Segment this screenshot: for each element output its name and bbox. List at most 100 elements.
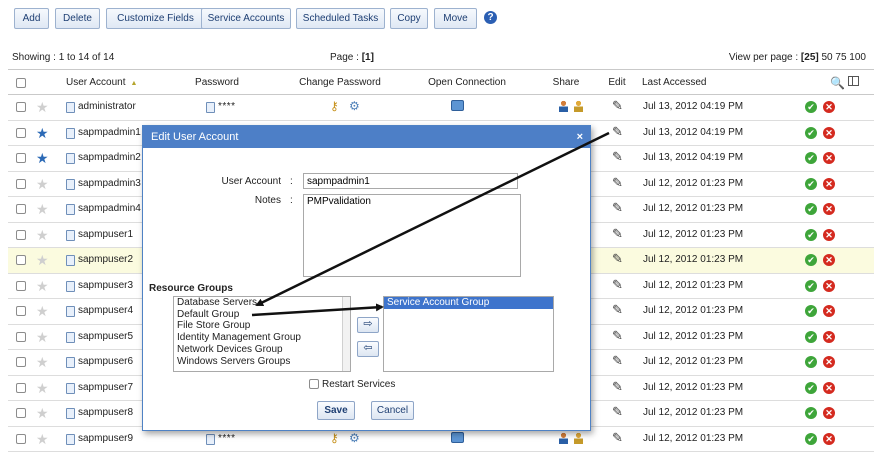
check-icon[interactable]: ✔	[805, 228, 817, 241]
row-checkbox[interactable]	[16, 382, 26, 393]
check-icon[interactable]: ✔	[805, 279, 817, 292]
move-button[interactable]: Move	[434, 8, 477, 29]
delete-icon[interactable]: ✕	[823, 177, 835, 190]
close-icon[interactable]: ×	[577, 126, 583, 148]
notes-field[interactable]: PMPvalidation	[303, 194, 521, 277]
row-checkbox[interactable]	[16, 127, 26, 138]
delete-icon[interactable]: ✕	[823, 356, 835, 368]
row-checkbox[interactable]	[16, 153, 26, 163]
check-icon[interactable]: ✔	[805, 305, 817, 317]
selected-groups-list[interactable]: Service Account Group	[383, 296, 554, 372]
account-name[interactable]: sapmpuser1	[78, 229, 133, 240]
star-icon[interactable]: ★	[36, 253, 49, 267]
user-share-icon[interactable]	[559, 100, 568, 112]
scheduled-tasks-button[interactable]: Scheduled Tasks	[296, 8, 385, 29]
available-group-option[interactable]: Database Servers	[174, 297, 350, 309]
delete-icon[interactable]: ✕	[823, 407, 835, 419]
star-icon[interactable]: ★	[36, 304, 49, 318]
pencil-icon[interactable]: ✎	[612, 124, 623, 140]
delete-icon[interactable]: ✕	[823, 203, 835, 215]
account-name[interactable]: administrator	[78, 101, 136, 112]
available-group-option[interactable]: Windows Servers Groups	[174, 356, 350, 368]
check-icon[interactable]: ✔	[805, 203, 817, 215]
star-icon[interactable]: ★	[36, 406, 49, 420]
delete-icon[interactable]: ✕	[823, 126, 835, 139]
star-icon[interactable]: ★	[36, 279, 49, 293]
pencil-icon[interactable]: ✎	[612, 328, 623, 344]
check-icon[interactable]: ✔	[805, 381, 817, 394]
delete-icon[interactable]: ✕	[823, 279, 835, 292]
pencil-icon[interactable]: ✎	[612, 200, 623, 216]
search-icon[interactable]: 🔍	[830, 76, 845, 90]
check-icon[interactable]: ✔	[805, 126, 817, 139]
account-name[interactable]: sapmpuser3	[78, 280, 133, 291]
auto-change-key-icon[interactable]: ⚙	[349, 431, 360, 445]
delete-icon[interactable]: ✕	[823, 305, 835, 317]
group-share-icon[interactable]	[574, 431, 583, 444]
check-icon[interactable]: ✔	[805, 330, 817, 343]
restart-services-checkbox[interactable]	[309, 379, 319, 390]
star-icon[interactable]: ★	[36, 151, 49, 165]
columns-icon[interactable]	[848, 76, 859, 86]
delete-icon[interactable]: ✕	[823, 381, 835, 394]
star-icon[interactable]: ★	[36, 330, 49, 344]
check-icon[interactable]: ✔	[805, 254, 817, 266]
star-icon[interactable]: ★	[36, 432, 49, 446]
key-icon[interactable]: ⚷	[330, 99, 339, 113]
pencil-icon[interactable]: ✎	[612, 226, 623, 242]
delete-icon[interactable]: ✕	[823, 432, 835, 445]
column-user-account[interactable]: User Account ▲	[66, 77, 137, 88]
row-checkbox[interactable]	[16, 331, 26, 342]
check-icon[interactable]: ✔	[805, 356, 817, 368]
account-name[interactable]: sapmpuser5	[78, 331, 133, 342]
account-name[interactable]: sapmpuser4	[78, 305, 133, 316]
star-icon[interactable]: ★	[36, 228, 49, 242]
save-button[interactable]: Save	[317, 401, 355, 420]
account-name[interactable]: sapmpadmin3	[78, 178, 141, 189]
pencil-icon[interactable]: ✎	[612, 149, 623, 165]
star-icon[interactable]: ★	[36, 100, 49, 114]
pencil-icon[interactable]: ✎	[612, 98, 623, 114]
row-checkbox[interactable]	[16, 204, 26, 214]
row-checkbox[interactable]	[16, 229, 26, 240]
row-checkbox[interactable]	[16, 255, 26, 265]
account-name[interactable]: sapmpadmin2	[78, 152, 141, 163]
key-icon[interactable]: ⚷	[330, 431, 339, 445]
delete-icon[interactable]: ✕	[823, 228, 835, 241]
move-right-button[interactable]: ⇨	[357, 317, 379, 333]
available-group-option[interactable]: File Store Group	[174, 320, 350, 332]
star-icon[interactable]: ★	[36, 355, 49, 369]
pencil-icon[interactable]: ✎	[612, 404, 623, 420]
password-mask[interactable]: ****	[218, 433, 236, 444]
view-per-page-options[interactable]: 50 75 100	[822, 52, 867, 63]
account-name[interactable]: sapmpuser8	[78, 407, 133, 418]
star-icon[interactable]: ★	[36, 202, 49, 216]
available-group-option[interactable]: Identity Management Group	[174, 332, 350, 344]
user-share-icon[interactable]	[559, 431, 568, 444]
delete-button[interactable]: Delete	[55, 8, 100, 29]
add-button[interactable]: Add	[14, 8, 49, 29]
star-icon[interactable]: ★	[36, 381, 49, 395]
pencil-icon[interactable]: ✎	[612, 302, 623, 318]
row-checkbox[interactable]	[16, 408, 26, 418]
pencil-icon[interactable]: ✎	[612, 277, 623, 293]
customize-fields-button[interactable]: Customize Fields	[106, 8, 205, 29]
account-name[interactable]: sapmpuser2	[78, 254, 133, 265]
account-name[interactable]: sapmpuser9	[78, 433, 133, 444]
delete-icon[interactable]: ✕	[823, 152, 835, 164]
password-document-icon[interactable]	[206, 433, 215, 445]
account-name[interactable]: sapmpadmin1	[78, 127, 141, 138]
pencil-icon[interactable]: ✎	[612, 353, 623, 369]
account-name[interactable]: sapmpuser6	[78, 356, 133, 367]
check-icon[interactable]: ✔	[805, 101, 817, 113]
pencil-icon[interactable]: ✎	[612, 175, 623, 191]
table-row[interactable]: ★ administrator **** ⚷ ⚙ ✎ Jul 13, 2012 04:19 …	[8, 95, 874, 121]
available-groups-scrollbar[interactable]	[342, 297, 350, 371]
account-name[interactable]: sapmpuser7	[78, 382, 133, 393]
delete-icon[interactable]: ✕	[823, 330, 835, 343]
copy-button[interactable]: Copy	[390, 8, 428, 29]
row-checkbox[interactable]	[16, 102, 26, 112]
column-last-accessed[interactable]: Last Accessed	[642, 77, 706, 88]
user-account-field[interactable]	[303, 173, 518, 189]
available-group-option[interactable]: Network Devices Group	[174, 344, 350, 356]
